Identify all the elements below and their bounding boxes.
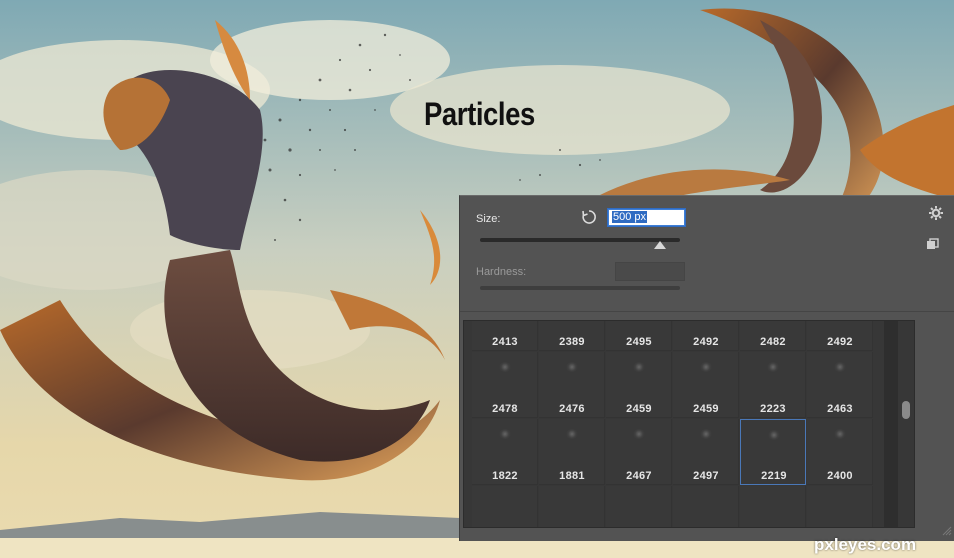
brush-preset-size: 2492	[827, 336, 853, 348]
brush-preset-2492[interactable]: 2492	[673, 321, 739, 351]
brush-tip-preview	[499, 362, 511, 372]
brush-preset-2389[interactable]: 2389	[539, 321, 605, 351]
brush-tip-preview	[566, 429, 578, 439]
brush-tip-preview	[633, 429, 645, 439]
brush-tip-preview	[768, 430, 780, 440]
brush-tip-preview	[566, 362, 578, 372]
brush-preset-size: 1822	[492, 470, 518, 482]
size-label: Size:	[476, 213, 501, 225]
brush-preset-grid: 2413 2389 2495 2492 2482 2492 2478 2476 2459 2459…	[463, 320, 915, 528]
brush-tip-preview	[834, 362, 846, 372]
brush-tip-preview	[499, 429, 511, 439]
size-slider-thumb[interactable]	[654, 241, 666, 249]
size-value: 500 px	[612, 211, 648, 223]
brush-preset-2463[interactable]: 2463	[807, 352, 873, 418]
brush-preset-2413[interactable]: 2413	[472, 321, 538, 351]
brush-preset-partial[interactable]	[807, 486, 873, 527]
brush-preset-size: 1881	[559, 470, 585, 482]
brush-preset-panel: Size: 500 px Hardness: 2413 2389 2495 2492 2…	[459, 195, 954, 541]
hardness-slider[interactable]	[480, 286, 680, 290]
brush-preset-partial[interactable]	[673, 486, 739, 527]
brush-tip-preview	[700, 429, 712, 439]
brush-preset-2223[interactable]: 2223	[740, 352, 806, 418]
resize-grip-icon[interactable]	[940, 524, 952, 536]
gear-icon[interactable]	[928, 205, 944, 221]
artwork-caption: Particles	[424, 96, 535, 132]
size-input[interactable]: 500 px	[608, 209, 685, 226]
brush-preset-size: 2482	[760, 336, 786, 348]
brush-preset-2400[interactable]: 2400	[807, 419, 873, 485]
brush-preset-size: 2478	[492, 403, 518, 415]
brush-preset-2476[interactable]: 2476	[539, 352, 605, 418]
brush-tip-preview	[633, 362, 645, 372]
brush-preset-size: 2389	[559, 336, 585, 348]
brush-preset-size: 2223	[760, 403, 786, 415]
scrollbar-track[interactable]	[884, 321, 898, 527]
brush-preset-2497[interactable]: 2497	[673, 419, 739, 485]
brush-preset-partial[interactable]	[740, 486, 806, 527]
hardness-label: Hardness:	[476, 266, 527, 278]
hardness-input[interactable]	[615, 262, 685, 281]
brush-preset-2478[interactable]: 2478	[472, 352, 538, 418]
watermark: pxleyes.com	[814, 535, 917, 554]
brush-preset-size: 2497	[693, 470, 719, 482]
divider	[460, 311, 954, 312]
brush-tip-preview	[834, 429, 846, 439]
brush-preset-2495[interactable]: 2495	[606, 321, 672, 351]
brush-preset-size: 2219	[761, 470, 787, 482]
brush-preset-size: 2492	[693, 336, 719, 348]
brush-preset-2219[interactable]: 2219	[740, 419, 806, 485]
scrollbar-thumb[interactable]	[902, 401, 910, 419]
brush-preset-size: 2459	[693, 403, 719, 415]
brush-preset-1881[interactable]: 1881	[539, 419, 605, 485]
brush-tip-preview	[700, 362, 712, 372]
brush-preset-2492[interactable]: 2492	[807, 321, 873, 351]
brush-preset-size: 2413	[492, 336, 518, 348]
brush-preset-partial[interactable]	[472, 486, 538, 527]
brush-preset-partial[interactable]	[539, 486, 605, 527]
brush-preset-size: 2459	[626, 403, 652, 415]
brush-preset-2459[interactable]: 2459	[673, 352, 739, 418]
brush-preset-2467[interactable]: 2467	[606, 419, 672, 485]
brush-preset-size: 2476	[559, 403, 585, 415]
brush-preset-partial[interactable]	[606, 486, 672, 527]
size-slider[interactable]	[480, 238, 680, 249]
brush-tip-preview	[767, 362, 779, 372]
brush-preset-2482[interactable]: 2482	[740, 321, 806, 351]
brush-preset-2459[interactable]: 2459	[606, 352, 672, 418]
brush-preset-size: 2467	[626, 470, 652, 482]
brush-preset-size: 2400	[827, 470, 853, 482]
reset-icon[interactable]	[580, 208, 598, 226]
brush-preset-size: 2495	[626, 336, 652, 348]
brush-preset-1822[interactable]: 1822	[472, 419, 538, 485]
brush-preset-size: 2463	[827, 403, 853, 415]
new-preset-icon[interactable]	[926, 238, 939, 250]
